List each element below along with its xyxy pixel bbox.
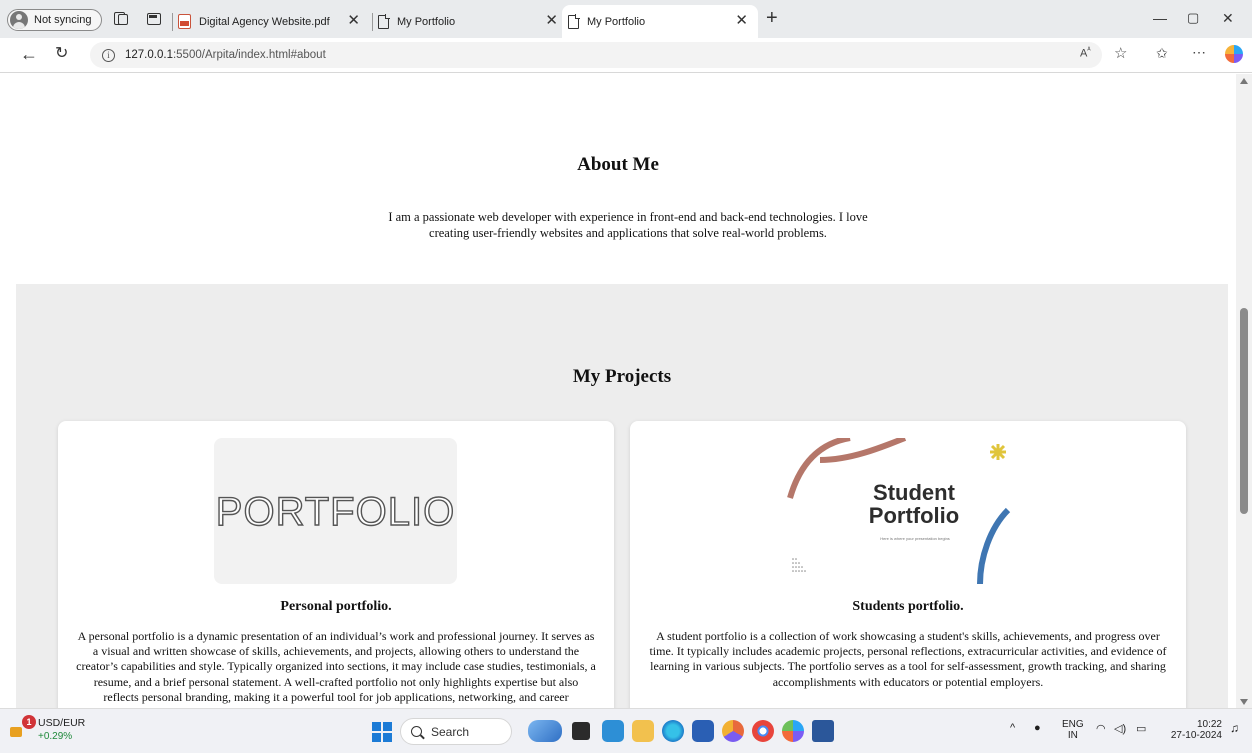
- scroll-down-arrow-icon[interactable]: [1240, 699, 1248, 705]
- taskbar-search[interactable]: Search: [400, 718, 512, 745]
- read-aloud-icon[interactable]: Aᴬ: [1080, 47, 1091, 60]
- url-text: 127.0.0.1:5500/Arpita/index.html#about: [125, 49, 326, 61]
- tray-app-icon[interactable]: ●: [1034, 723, 1041, 734]
- project-card-personal: PORTFOLIO Personal portfolio. A personal…: [58, 421, 614, 708]
- word-icon[interactable]: [812, 720, 834, 742]
- personal-portfolio-image: PORTFOLIO: [214, 438, 457, 584]
- close-window-icon[interactable]: ✕: [1222, 10, 1234, 27]
- ticker-change: +0.29%: [38, 731, 73, 742]
- profile-button[interactable]: Not syncing: [7, 9, 102, 31]
- refresh-icon[interactable]: ↻: [55, 44, 68, 64]
- tab-title: My Portfolio: [397, 15, 456, 28]
- url-host: 127.0.0.1: [125, 49, 173, 61]
- tab-pdf[interactable]: Digital Agency Website.pdf ✕: [178, 5, 370, 38]
- tray-overflow-icon[interactable]: ^: [1010, 723, 1015, 734]
- region-code: IN: [1067, 730, 1078, 741]
- favorite-star-icon[interactable]: ☆: [1114, 44, 1127, 62]
- back-icon[interactable]: ←: [20, 44, 38, 64]
- card-title: Personal portfolio.: [280, 599, 392, 614]
- browser-toolbar: ← ↻ i 127.0.0.1:5500/Arpita/index.html#a…: [0, 38, 1252, 73]
- notifications-bell-icon[interactable]: ♫: [1230, 722, 1239, 734]
- projects-section: My Projects PORTFOLIO Personal portfolio…: [16, 284, 1228, 708]
- vscode-icon[interactable]: [602, 720, 624, 742]
- search-label: Search: [431, 724, 470, 739]
- volume-icon[interactable]: ◁): [1114, 724, 1126, 735]
- about-title: About Me: [577, 154, 659, 175]
- copilot-app-icon[interactable]: [528, 720, 562, 742]
- about-section: About Me I am a passionate web developer…: [0, 74, 1236, 284]
- page-icon: [378, 14, 390, 29]
- page-scrollbar[interactable]: [1236, 74, 1252, 708]
- ticker-name[interactable]: USD/EUR: [38, 717, 85, 729]
- profile-label: Not syncing: [34, 14, 92, 26]
- clock[interactable]: 10:22 27-10-2024: [1160, 719, 1222, 741]
- url-path: :5500/Arpita/index.html#about: [172, 49, 326, 61]
- windows-start-icon[interactable]: [372, 722, 392, 742]
- tab-my-portfolio-1[interactable]: My Portfolio ✕: [378, 5, 568, 38]
- minimize-icon[interactable]: —: [1153, 10, 1167, 26]
- terminal-app-icon[interactable]: [572, 722, 590, 740]
- pdf-icon: [178, 14, 191, 29]
- profile-avatar-icon: [10, 11, 28, 29]
- scroll-thumb[interactable]: [1240, 308, 1248, 514]
- student-image-title: Student Portfolio: [868, 480, 960, 528]
- more-options-icon[interactable]: ⋯: [1192, 44, 1206, 61]
- student-image-subtitle: Here is where your presentation begins: [880, 536, 950, 541]
- projects-title: My Projects: [572, 366, 672, 387]
- card-description: A personal portfolio is a dynamic presen…: [76, 629, 596, 708]
- close-tab-icon[interactable]: ✕: [347, 13, 360, 28]
- notification-badge: 1: [22, 715, 36, 729]
- wifi-icon[interactable]: ◠: [1096, 724, 1106, 735]
- workspaces-icon[interactable]: [113, 11, 128, 25]
- tab-title: Digital Agency Website.pdf: [199, 15, 330, 28]
- tab-separator: [172, 13, 173, 31]
- clock-date: 27-10-2024: [1170, 730, 1222, 741]
- store-icon[interactable]: [692, 720, 714, 742]
- search-icon: [411, 726, 422, 737]
- page-viewport: About Me I am a passionate web developer…: [0, 74, 1236, 708]
- copilot-taskbar-icon[interactable]: [722, 720, 744, 742]
- new-tab-icon[interactable]: +: [766, 7, 778, 30]
- colorful-app-icon[interactable]: [782, 720, 804, 742]
- student-portfolio-image: Student Portfolio Here is where your pre…: [780, 438, 1036, 584]
- favorites-icon[interactable]: ✩: [1156, 45, 1168, 62]
- tab-title: My Portfolio: [587, 15, 646, 28]
- file-explorer-icon[interactable]: [632, 720, 654, 742]
- tab-separator: [372, 13, 373, 31]
- language-indicator[interactable]: ENG IN: [1062, 719, 1084, 741]
- portfolio-image-text: PORTFOLIO: [215, 489, 456, 534]
- windows-taskbar: 1 USD/EUR +0.29% Search ^ ● ENG IN ◠ ◁) …: [0, 708, 1252, 753]
- vertical-tabs-icon[interactable]: [146, 11, 161, 25]
- tab-strip: Not syncing Digital Agency Website.pdf ✕…: [0, 0, 1252, 38]
- close-tab-icon[interactable]: ✕: [545, 13, 558, 28]
- battery-icon[interactable]: ▭: [1136, 724, 1146, 735]
- page-icon: [568, 14, 580, 29]
- project-card-student: Student Portfolio Here is where your pre…: [630, 421, 1186, 708]
- card-title: Students portfolio.: [852, 599, 964, 614]
- card-description: A student portfolio is a collection of w…: [649, 629, 1167, 689]
- chrome-icon[interactable]: [752, 720, 774, 742]
- close-tab-icon[interactable]: ✕: [735, 13, 748, 28]
- edge-browser-icon[interactable]: [662, 720, 684, 742]
- copilot-icon[interactable]: [1225, 45, 1243, 63]
- language-code: ENG: [1062, 719, 1084, 730]
- about-text: I am a passionate web developer with exp…: [388, 210, 868, 240]
- clock-time: 10:22: [1196, 719, 1222, 730]
- restore-icon[interactable]: ▢: [1187, 10, 1199, 26]
- site-info-icon[interactable]: i: [102, 48, 115, 62]
- tab-my-portfolio-2[interactable]: My Portfolio ✕: [562, 5, 758, 38]
- scroll-up-arrow-icon[interactable]: [1240, 78, 1248, 84]
- address-bar[interactable]: i 127.0.0.1:5500/Arpita/index.html#about: [90, 42, 1102, 68]
